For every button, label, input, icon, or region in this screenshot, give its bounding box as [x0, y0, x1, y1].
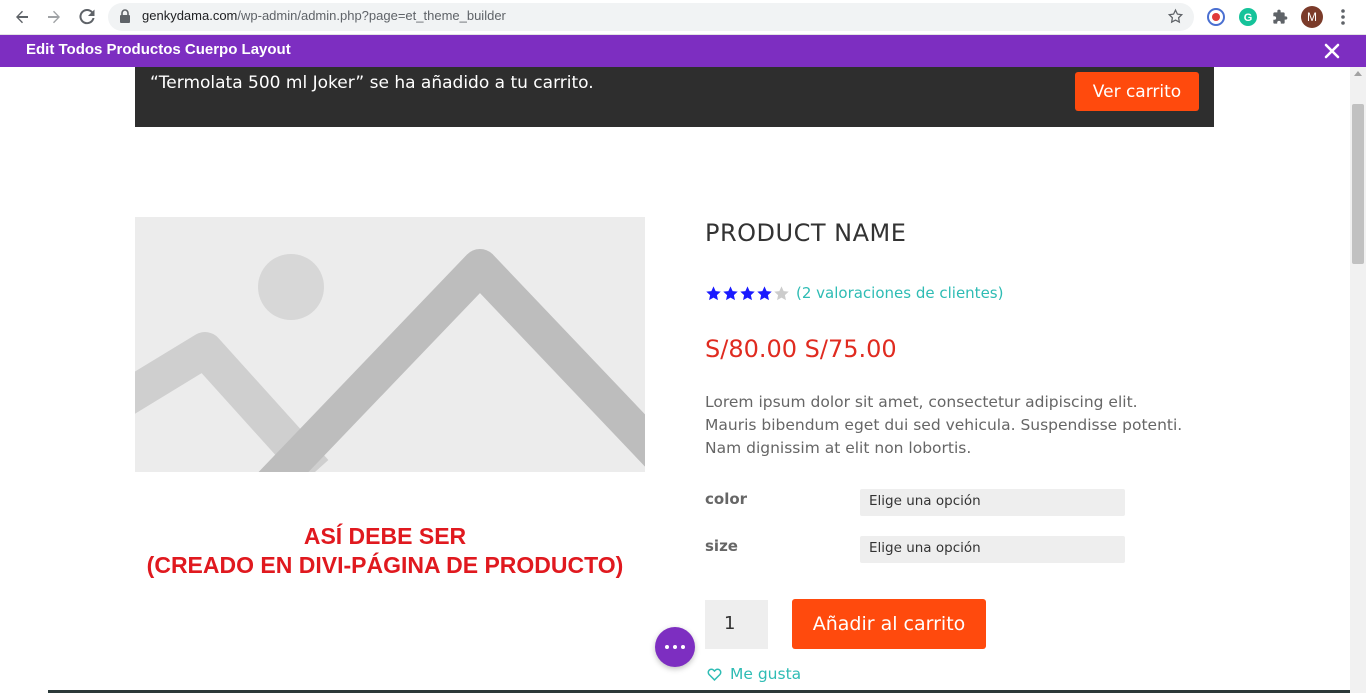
cart-notice-message: “Termolata 500 ml Joker” se ha añadido a… — [150, 73, 594, 93]
grammarly-icon[interactable]: G — [1237, 6, 1259, 28]
variation-label-color: color — [705, 490, 748, 508]
dots-icon — [665, 645, 669, 649]
extension-icon[interactable] — [1205, 6, 1227, 28]
color-select[interactable]: Elige una opción — [860, 489, 1125, 516]
annotation-line2: (CREADO EN DIVI-PÁGINA DE PRODUCTO) — [146, 552, 624, 578]
back-icon[interactable] — [9, 4, 35, 30]
reload-icon[interactable] — [74, 4, 100, 30]
like-button[interactable]: Me gusta — [707, 665, 801, 683]
add-to-cart-button[interactable]: Añadir al carrito — [792, 599, 986, 649]
forward-icon[interactable] — [41, 4, 67, 30]
size-select[interactable]: Elige una opción — [860, 536, 1125, 563]
product-rating: (2 valoraciones de clientes) — [705, 284, 1003, 302]
annotation-text: ASÍ DEBE SER (CREADO EN DIVI-PÁGINA DE P… — [135, 522, 635, 580]
browser-toolbar: genkydama.com/wp-admin/admin.php?page=et… — [0, 0, 1366, 35]
divi-settings-fab[interactable] — [655, 627, 695, 667]
cart-notice: “Termolata 500 ml Joker” se ha añadido a… — [135, 67, 1214, 127]
close-icon[interactable] — [1322, 41, 1342, 61]
product-title: PRODUCT NAME — [705, 219, 907, 247]
variation-label-size: size — [705, 537, 738, 555]
puzzle-icon[interactable] — [1269, 6, 1291, 28]
annotation-line1: ASÍ DEBE SER — [303, 523, 467, 549]
star-rating — [705, 285, 790, 302]
dots-icon-dot — [681, 645, 685, 649]
star-filled-icon — [740, 285, 755, 300]
star-filled-icon — [723, 285, 738, 300]
star-empty-icon — [774, 285, 789, 300]
image-placeholder-icon — [135, 217, 645, 472]
dots-icon-dot — [673, 645, 677, 649]
quantity-input[interactable]: 1 — [705, 600, 768, 649]
menu-dots-icon[interactable] — [1330, 4, 1356, 30]
bookmark-star-icon[interactable] — [1167, 8, 1184, 29]
divi-builder-bar: Edit Todos Productos Cuerpo Layout — [0, 35, 1366, 67]
page-scrollbar[interactable] — [1350, 67, 1366, 693]
star-filled-icon — [757, 285, 772, 300]
scroll-up-icon[interactable] — [1354, 71, 1362, 76]
product-description: Lorem ipsum dolor sit amet, consectetur … — [705, 393, 1183, 457]
address-bar[interactable]: genkydama.com/wp-admin/admin.php?page=et… — [108, 3, 1194, 31]
page-viewport: “Termolata 500 ml Joker” se ha añadido a… — [0, 67, 1350, 693]
url-text: genkydama.com/wp-admin/admin.php?page=et… — [142, 8, 506, 23]
avatar[interactable]: M — [1301, 6, 1323, 28]
scrollbar-thumb[interactable] — [1352, 104, 1364, 264]
product-price: S/80.00 S/75.00 — [705, 335, 897, 363]
heart-icon — [707, 668, 722, 681]
star-filled-icon — [706, 285, 721, 300]
builder-title: Edit Todos Productos Cuerpo Layout — [26, 41, 291, 58]
like-label: Me gusta — [730, 665, 802, 683]
reviews-link[interactable]: (2 valoraciones de clientes) — [796, 284, 1003, 302]
product-image-placeholder — [135, 217, 645, 472]
lock-icon — [119, 9, 131, 28]
svg-text:G: G — [1244, 12, 1253, 24]
view-cart-button[interactable]: Ver carrito — [1075, 72, 1199, 111]
